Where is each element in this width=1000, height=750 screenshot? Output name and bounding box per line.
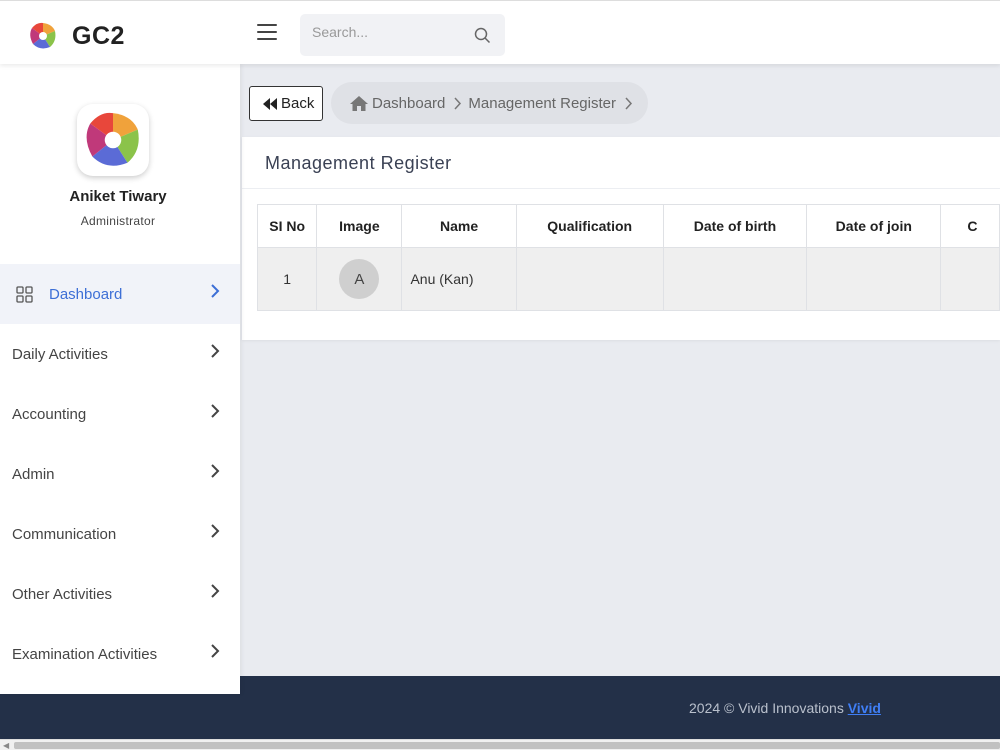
sidebar-item-examination-activities[interactable]: Examination Activities: [0, 624, 240, 684]
chevron-right-icon: [211, 584, 220, 598]
pinwheel-logo-icon: [30, 22, 56, 49]
divider: [242, 188, 1000, 189]
sidebar-item-accounting[interactable]: Accounting: [0, 384, 240, 444]
avatar[interactable]: [77, 104, 149, 176]
brand[interactable]: GC2: [28, 21, 125, 51]
chevron-right-icon: [211, 644, 220, 658]
sidebar-item-label: Daily Activities: [12, 345, 108, 363]
column-header[interactable]: Date of birth: [662, 204, 808, 248]
cell-date-of-join: [806, 247, 942, 311]
brand-name: GC2: [72, 21, 125, 50]
column-header[interactable]: Qualification: [515, 204, 664, 248]
footer-text: 2024 © Vivid Innovations Vivid: [689, 700, 881, 716]
profile-name: Aniket Tiwary: [69, 188, 167, 205]
profile-section: Aniket Tiwary Administrator: [0, 64, 240, 264]
scroll-left-icon[interactable]: ◀: [3, 741, 9, 750]
chevron-right-icon: [211, 284, 220, 298]
breadcrumb-dashboard[interactable]: Dashboard: [372, 95, 445, 112]
cell-date-of-birth: [662, 247, 808, 311]
breadcrumb-management-register[interactable]: Management Register: [468, 95, 616, 112]
sidebar-item-label: Communication: [12, 525, 117, 543]
search-box: [300, 14, 505, 56]
chevron-right-icon: [211, 524, 220, 538]
page-title: Management Register: [265, 153, 452, 173]
avatar[interactable]: A: [339, 259, 380, 299]
sidebar-item-communication[interactable]: Communication: [0, 504, 240, 564]
cell-name: Anu (Kan): [401, 247, 517, 311]
horizontal-scrollbar[interactable]: ◀: [0, 739, 1000, 750]
sidebar-item-label: Accounting: [12, 405, 87, 423]
table-header-row: SI No Image Name Qualification Date of b…: [256, 204, 1000, 248]
chevron-right-icon: [211, 464, 220, 478]
rewind-icon: [263, 97, 277, 110]
chevron-right-icon: [211, 344, 220, 358]
search-input[interactable]: [312, 24, 462, 40]
column-header[interactable]: Name: [401, 204, 517, 248]
profile-role: Administrator: [80, 214, 156, 228]
sidebar-item-label: Examination Activities: [12, 645, 158, 663]
sidebar-item-dashboard[interactable]: Dashboard: [0, 264, 240, 324]
grid-icon: [16, 286, 33, 303]
menu-toggle-icon[interactable]: [257, 24, 277, 40]
back-button[interactable]: Back: [249, 86, 323, 121]
home-icon: [350, 95, 368, 111]
sidebar-item-label: Other Activities: [12, 585, 113, 603]
scrollbar-thumb[interactable]: [14, 742, 1000, 749]
sidebar-menu: Dashboard Daily Activities Accounting Ad…: [0, 264, 240, 684]
search-icon[interactable]: [474, 27, 491, 44]
sidebar-item-label: Admin: [12, 465, 55, 483]
management-register-card: Management Register SI No Image Name Qua…: [242, 137, 1000, 340]
management-table: SI No Image Name Qualification Date of b…: [256, 204, 1000, 311]
column-header[interactable]: Image: [316, 204, 403, 248]
column-header[interactable]: Date of join: [806, 204, 942, 248]
chevron-right-icon: [624, 96, 633, 110]
column-header[interactable]: SI No: [256, 204, 318, 248]
back-button-label: Back: [281, 95, 315, 112]
sidebar-item-daily-activities[interactable]: Daily Activities: [0, 324, 240, 384]
sidebar-item-other-activities[interactable]: Other Activities: [0, 564, 240, 624]
copyright-text: 2024 © Vivid Innovations: [689, 700, 848, 716]
cell-image: A: [316, 247, 403, 311]
footer-link[interactable]: Vivid: [848, 700, 881, 716]
pinwheel-logo-icon: [86, 112, 139, 166]
sidebar-item-admin[interactable]: Admin: [0, 444, 240, 504]
table-row[interactable]: 1 A Anu (Kan): [256, 247, 1000, 311]
sidebar: Aniket Tiwary Administrator Dashboard Da…: [0, 64, 240, 694]
cell-more: [940, 247, 1000, 311]
cell-qualification: [515, 247, 664, 311]
chevron-right-icon: [453, 96, 462, 110]
sidebar-item-label: Dashboard: [49, 285, 123, 303]
top-navbar: GC2: [0, 0, 1000, 64]
cell-sl-no: 1: [256, 247, 318, 311]
chevron-right-icon: [211, 404, 220, 418]
column-header[interactable]: C: [940, 204, 1000, 248]
breadcrumb: Dashboard Management Register: [331, 82, 648, 124]
